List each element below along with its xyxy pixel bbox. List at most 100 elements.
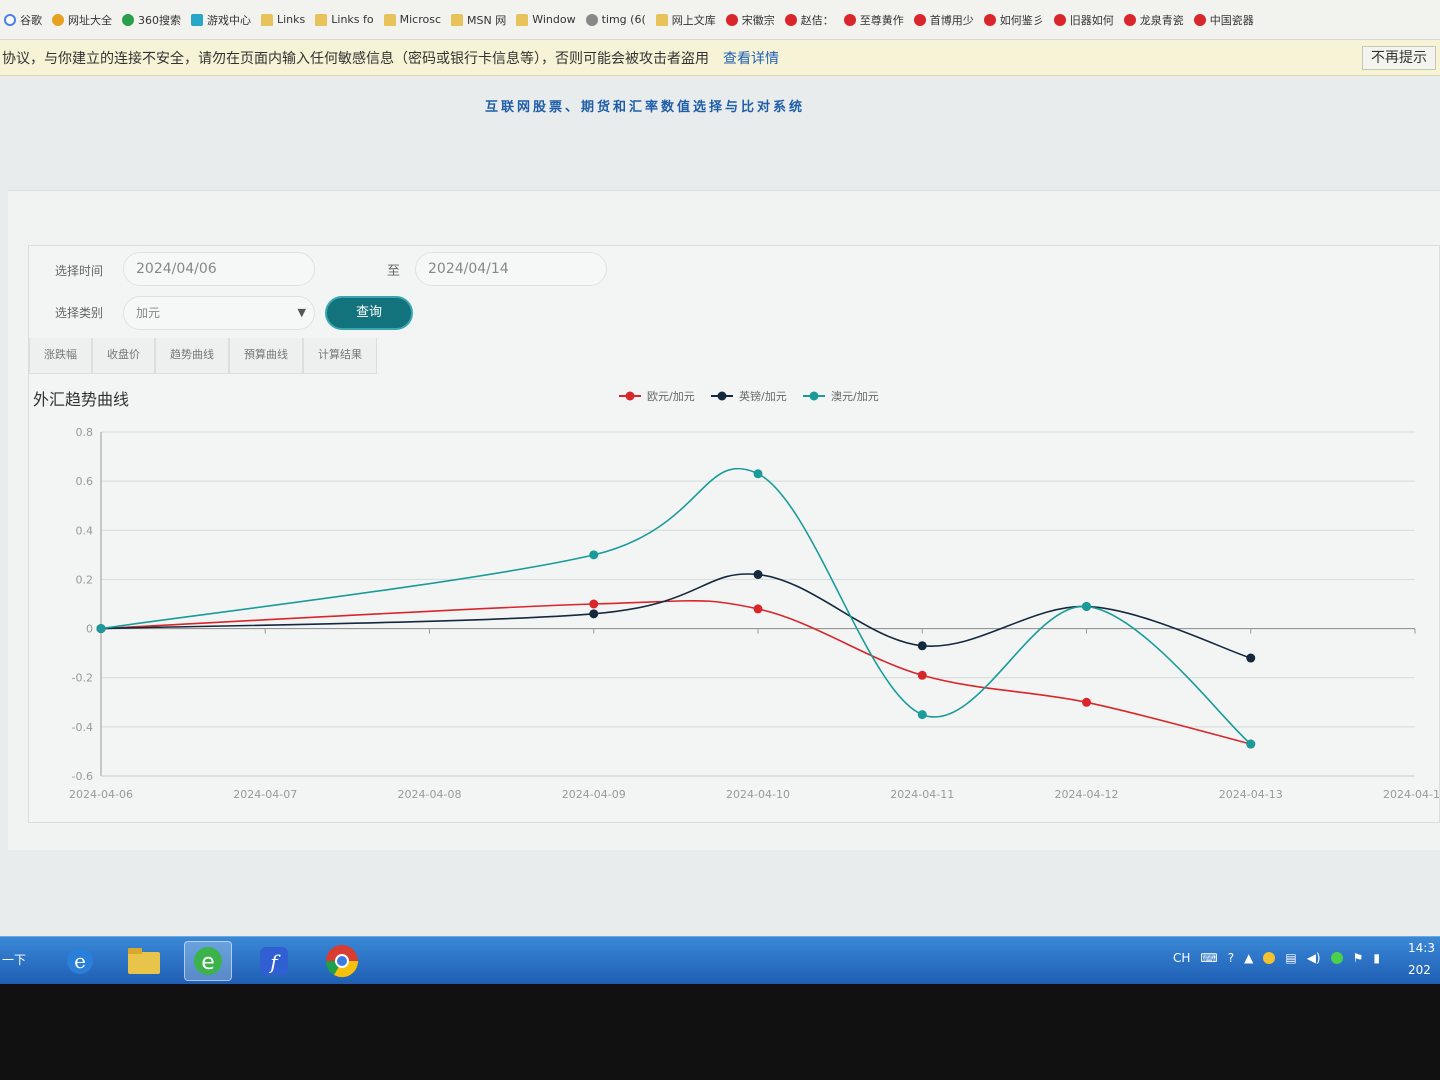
- series-line-2: [100, 467, 1252, 745]
- tab-calc-result[interactable]: 计算结果: [303, 338, 377, 374]
- svg-text:e: e: [74, 949, 86, 973]
- chevron-down-icon: ▼: [297, 306, 306, 319]
- bookmark-item[interactable]: Links: [261, 13, 305, 26]
- security-warning-bar: 协议，与你建立的连接不安全，请勿在页面内输入任何敏感信息（密码或银行卡信息等），…: [0, 40, 1440, 76]
- bookmark-item[interactable]: 中国瓷器: [1193, 12, 1254, 28]
- start-button[interactable]: 一下: [2, 951, 26, 968]
- bookmark-item[interactable]: 游戏中心: [191, 12, 251, 28]
- series-point: [1082, 697, 1091, 707]
- weibo-icon: [983, 13, 996, 26]
- action-center-flag-icon[interactable]: ⚑: [1353, 951, 1364, 965]
- tab-close-price[interactable]: 收盘价: [92, 338, 155, 374]
- volume-icon[interactable]: ◀): [1307, 951, 1321, 965]
- input-indicator[interactable]: CH: [1173, 951, 1190, 965]
- series-point: [589, 609, 599, 619]
- bookmark-item[interactable]: 首博用少: [913, 12, 974, 28]
- weibo-icon: [1123, 13, 1136, 26]
- bookmark-item[interactable]: 宋徽宗: [725, 12, 775, 28]
- clock[interactable]: 14:3 202: [1408, 937, 1438, 981]
- show-hidden-icons[interactable]: ▲: [1244, 951, 1253, 965]
- x-tick-label: 2024-04-11: [890, 788, 954, 801]
- bookmarks-bar: 谷歌 网址大全 360搜索 游戏中心 Links Links fo Microsc MSN 网…: [0, 0, 1440, 40]
- bookmark-item[interactable]: 网址大全: [52, 12, 112, 28]
- tab-forecast-curve[interactable]: 預算曲线: [229, 338, 303, 374]
- bookmark-item[interactable]: Links fo: [315, 13, 374, 26]
- clock-time: 14:3: [1408, 941, 1435, 955]
- bookmark-label: 宋徽宗: [741, 13, 775, 27]
- bookmark-item[interactable]: 360搜索: [122, 12, 181, 28]
- signal-icon[interactable]: ▮: [1373, 951, 1380, 965]
- date-from-input[interactable]: 2024/04/06: [123, 252, 315, 286]
- query-button[interactable]: 查询: [325, 296, 413, 330]
- taskbar: 一下 e e f CH ⌨ ? ▲ ▤ ◀) ⚑ ▮ 14:3 202: [0, 936, 1440, 984]
- flash-icon[interactable]: f: [250, 941, 298, 981]
- monitor-bezel: [0, 984, 1440, 1080]
- to-label: 至: [387, 264, 401, 279]
- tab-trend-curve[interactable]: 趋势曲线: [155, 338, 229, 374]
- weibo-icon: [1193, 13, 1206, 26]
- series-point: [917, 710, 927, 720]
- bookmark-item[interactable]: 至尊黄作: [843, 12, 904, 28]
- y-tick-label: 0.8: [76, 426, 94, 439]
- date-to-input[interactable]: 2024/04/14: [415, 252, 607, 286]
- date-to-value: 2024/04/14: [428, 261, 509, 277]
- legend-label: 欧元/加元: [647, 390, 695, 403]
- legend-label: 澳元/加元: [831, 390, 879, 403]
- clock-year: 202: [1408, 963, 1431, 977]
- weibo-icon: [843, 13, 856, 26]
- bookmark-item[interactable]: 旧器如何: [1053, 12, 1114, 28]
- x-tick-label: 2024-04-10: [726, 788, 790, 801]
- file-explorer-icon[interactable]: [120, 941, 168, 981]
- bookmark-item[interactable]: 谷歌: [4, 12, 42, 28]
- time-label: 选择时间: [55, 264, 104, 278]
- bookmark-label: 首博用少: [929, 13, 974, 27]
- ie-browser-icon[interactable]: e: [56, 941, 104, 981]
- x-tick-label: 2024-04-08: [398, 788, 462, 801]
- network-icon[interactable]: ▤: [1285, 951, 1296, 965]
- svg-text:e: e: [201, 950, 215, 975]
- folder-icon: [383, 13, 396, 26]
- y-tick-label: 0.4: [76, 524, 94, 537]
- series-point: [917, 670, 927, 680]
- security-icon[interactable]: [1263, 952, 1276, 964]
- bookmark-item[interactable]: MSN 网: [451, 12, 506, 28]
- bookmark-item[interactable]: Microsc: [383, 13, 441, 26]
- weibo-icon: [913, 13, 926, 26]
- bookmark-label: 网址大全: [68, 13, 112, 27]
- bookmark-label: 龙泉青瓷: [1139, 13, 1184, 27]
- bookmark-label: Window: [532, 13, 576, 26]
- bookmark-item[interactable]: 如何鉴彡: [983, 12, 1044, 28]
- bookmark-item[interactable]: timg (6(: [585, 13, 646, 26]
- main-panel: 选择时间 2024/04/06 至 2024/04/14 选择类别 加元 ▼ 查…: [8, 190, 1440, 850]
- bookmark-item[interactable]: 网上文库: [655, 12, 716, 28]
- chrome-icon[interactable]: [318, 941, 366, 981]
- series-point: [1246, 653, 1256, 663]
- bookmark-item[interactable]: 赵佶：: [784, 12, 834, 28]
- bookmark-item[interactable]: Window: [516, 13, 576, 26]
- google-icon: [4, 13, 16, 26]
- bookmark-label: 如何鉴彡: [999, 13, 1044, 27]
- bookmark-label: 赵佶：: [800, 13, 834, 27]
- bookmark-label: 中国瓷器: [1209, 13, 1254, 27]
- x-tick-label: 2024-04-14: [1383, 788, 1439, 801]
- 360-browser-icon[interactable]: e: [184, 941, 232, 981]
- warning-text: 协议，与你建立的连接不安全，请勿在页面内输入任何敏感信息（密码或银行卡信息等），…: [2, 50, 709, 67]
- bookmark-item[interactable]: 龙泉青瓷: [1123, 12, 1184, 28]
- keyboard-icon[interactable]: ⌨: [1200, 951, 1217, 965]
- status-icon[interactable]: [1330, 952, 1343, 964]
- series-point: [917, 641, 927, 651]
- y-tick-label: 0.2: [76, 573, 94, 586]
- dont-show-again-button[interactable]: 不再提示: [1362, 46, 1436, 70]
- bookmark-label: 游戏中心: [207, 13, 251, 27]
- tab-change-pct[interactable]: 涨跌幅: [29, 338, 92, 374]
- folder-icon: [261, 13, 273, 26]
- game-center-icon: [191, 13, 203, 26]
- view-details-link[interactable]: 查看详情: [723, 48, 779, 68]
- series-point: [96, 624, 106, 634]
- series-line-0: [100, 599, 1251, 745]
- 360-search-icon: [122, 13, 134, 26]
- category-select[interactable]: 加元 ▼: [123, 296, 315, 330]
- help-icon[interactable]: ?: [1228, 951, 1234, 965]
- system-title: 互联网股票、期货和汇率数值选择与比对系统: [484, 100, 805, 115]
- bookmark-label: Links fo: [331, 13, 374, 26]
